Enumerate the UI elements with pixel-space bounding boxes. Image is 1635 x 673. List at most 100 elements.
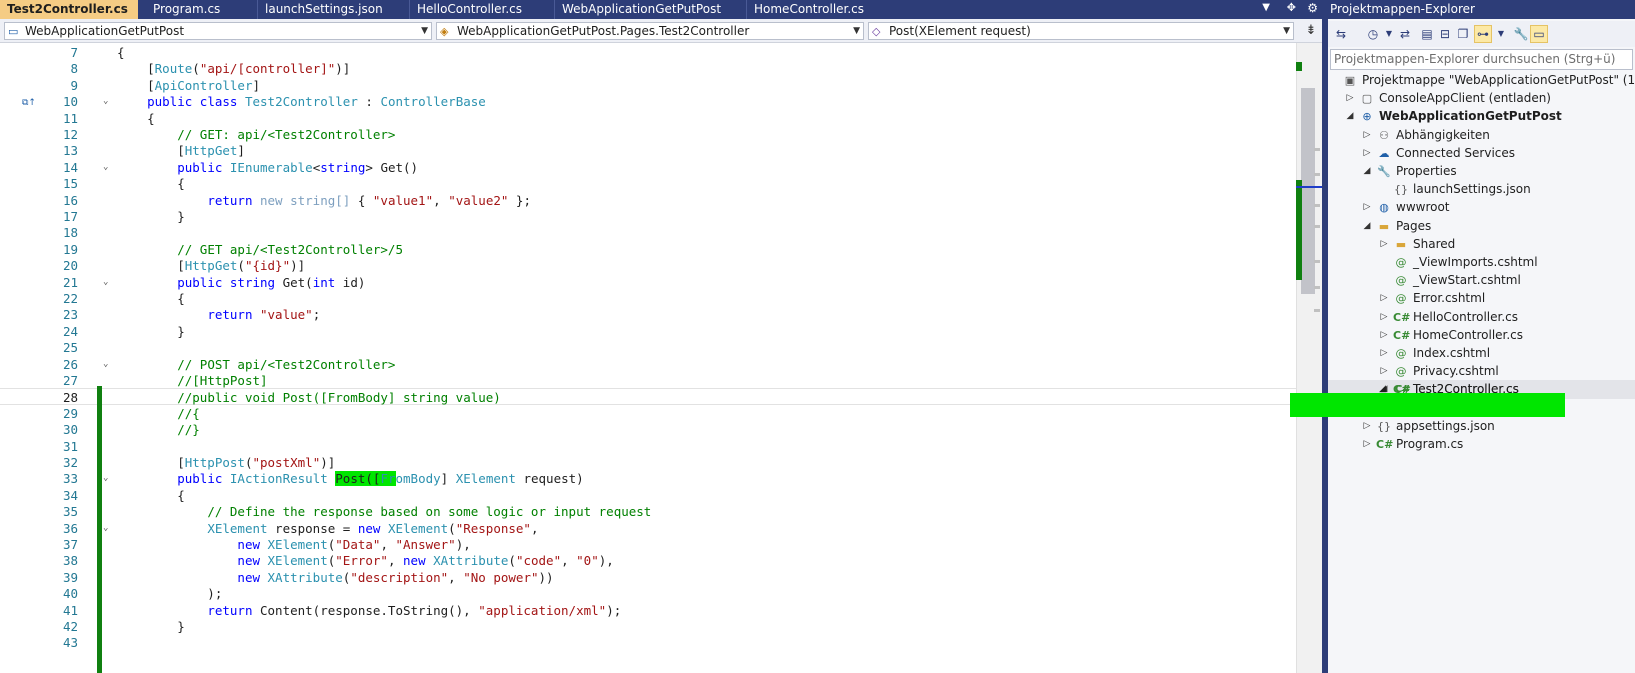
- code-line[interactable]: 41 return Content(response.ToString(), "…: [0, 602, 1296, 619]
- tree-item[interactable]: ▷ C# HomeController.cs: [1328, 326, 1635, 345]
- code-line[interactable]: 35 // Define the response based on some …: [0, 503, 1296, 520]
- expand-arrow-icon[interactable]: ▷: [1362, 435, 1372, 454]
- code-line[interactable]: 22 {: [0, 290, 1296, 307]
- code-line[interactable]: 19 // GET api/<Test2Controller>/5: [0, 241, 1296, 258]
- code-line[interactable]: 25: [0, 339, 1296, 356]
- code-line[interactable]: 17 }: [0, 208, 1296, 225]
- tree-item[interactable]: ▷ {} appsettings.json: [1328, 417, 1635, 436]
- tree-item[interactable]: ▷ ▬ Shared: [1328, 235, 1635, 254]
- code-line[interactable]: 36 ⌄ XElement response = new XElement("Re…: [0, 520, 1296, 537]
- tab-launchsettings[interactable]: launchSettings.json: [258, 0, 410, 19]
- code-line[interactable]: 43: [0, 634, 1296, 651]
- tab-webapplication[interactable]: WebApplicationGetPutPost: [555, 0, 747, 19]
- wrench-icon[interactable]: 🔧: [1512, 25, 1530, 43]
- code-line[interactable]: 7{: [0, 44, 1296, 61]
- type-dropdown[interactable]: ◈ WebApplicationGetPutPost.Pages.Test2Co…: [436, 22, 864, 40]
- fold-chevron-icon[interactable]: ⌄: [103, 93, 108, 110]
- code-line[interactable]: 26 ⌄ // POST api/<Test2Controller>: [0, 356, 1296, 373]
- code-line[interactable]: 38 new XElement("Error", new XAttribute(…: [0, 552, 1296, 569]
- code-line[interactable]: 14 ⌄ public IEnumerable<string> Get(): [0, 159, 1296, 176]
- expand-arrow-icon[interactable]: ▷: [1362, 417, 1372, 436]
- fold-chevron-icon[interactable]: ⌄: [103, 520, 108, 537]
- code-line[interactable]: 34 {: [0, 487, 1296, 504]
- member-dropdown[interactable]: ◇ Post(XElement request) ▼: [868, 22, 1294, 40]
- code-line[interactable]: 24 }: [0, 323, 1296, 340]
- fold-chevron-icon[interactable]: ⌄: [103, 159, 108, 176]
- tree-item[interactable]: ▷ ◍ wwwroot: [1328, 198, 1635, 217]
- collapse-arrow-icon[interactable]: ◢: [1345, 107, 1355, 126]
- tree-item[interactable]: ▷ ▢ ConsoleAppClient (entladen): [1328, 89, 1635, 108]
- fold-chevron-icon[interactable]: ⌄: [103, 274, 108, 291]
- split-editor-icon[interactable]: ⇟: [1302, 22, 1320, 40]
- show-all-files-icon[interactable]: ❐: [1454, 25, 1472, 43]
- tab-overflow-icon[interactable]: ▼: [1262, 2, 1270, 13]
- code-line[interactable]: 28 //public void Post([FromBody] string …: [0, 388, 1296, 406]
- code-line[interactable]: 29 //{: [0, 405, 1296, 422]
- tree-item[interactable]: ▷ @ Error.cshtml: [1328, 289, 1635, 308]
- expand-arrow-icon[interactable]: ▷: [1379, 308, 1389, 327]
- code-line[interactable]: 10 ⌄ public class Test2Controller : Contr…: [0, 93, 1296, 110]
- code-line[interactable]: 33 ⌄ public IActionResult Post([FromBody]…: [0, 470, 1296, 487]
- code-line[interactable]: 27 //[HttpPost]: [0, 372, 1296, 389]
- pending-changes-icon[interactable]: ▤: [1418, 25, 1436, 43]
- code-line[interactable]: 39 new XAttribute("description", "No pow…: [0, 569, 1296, 586]
- filter-icon[interactable]: ⊶: [1474, 25, 1492, 43]
- expand-arrow-icon[interactable]: ▷: [1379, 235, 1389, 254]
- code-line[interactable]: 31: [0, 438, 1296, 455]
- code-line[interactable]: 40 );: [0, 585, 1296, 602]
- solution-explorer-search-input[interactable]: Projektmappen-Explorer durchsuchen (Strg…: [1330, 49, 1633, 70]
- code-line[interactable]: 12 // GET: api/<Test2Controller>: [0, 126, 1296, 143]
- tab-hellocontroller[interactable]: HelloController.cs: [410, 0, 555, 19]
- code-line[interactable]: 13 [HttpGet]: [0, 142, 1296, 159]
- tab-homecontroller[interactable]: HomeController.cs: [747, 0, 897, 19]
- tree-item[interactable]: ▷ @ Index.cshtml: [1328, 344, 1635, 363]
- code-line[interactable]: 37 new XElement("Data", "Answer"),: [0, 536, 1296, 553]
- chevron-down-icon[interactable]: ▼: [1492, 25, 1510, 43]
- code-line[interactable]: 15 {: [0, 175, 1296, 192]
- settings-icon[interactable]: ✥: [1287, 1, 1296, 14]
- code-line[interactable]: 30 //}: [0, 421, 1296, 438]
- collapse-arrow-icon[interactable]: ◢: [1362, 162, 1372, 181]
- project-dropdown[interactable]: ▭ WebApplicationGetPutPost ▼: [4, 22, 432, 40]
- tree-item[interactable]: ◢ ⊕ WebApplicationGetPutPost: [1328, 107, 1635, 126]
- collapse-all-icon[interactable]: ⊟: [1436, 25, 1454, 43]
- sync-icon[interactable]: ⇄: [1396, 25, 1414, 43]
- switch-views-icon[interactable]: ⇆: [1332, 25, 1350, 43]
- code-area[interactable]: 7{8 [Route("api/[controller]")] 9 [ApiCon…: [0, 43, 1296, 673]
- preview-selected-icon[interactable]: ▭: [1530, 25, 1548, 43]
- expand-arrow-icon[interactable]: ▷: [1379, 344, 1389, 363]
- code-line[interactable]: 9 [ApiController]: [0, 77, 1296, 94]
- tree-item[interactable]: ▷ @ Privacy.cshtml: [1328, 362, 1635, 381]
- fold-chevron-icon[interactable]: ⌄: [103, 470, 108, 487]
- expand-arrow-icon[interactable]: ▷: [1362, 144, 1372, 163]
- scrollbar-thumb[interactable]: [1301, 88, 1315, 294]
- tree-item[interactable]: ▣ Projektmappe "WebApplicationGetPutPost"…: [1328, 71, 1635, 90]
- code-line[interactable]: 18: [0, 224, 1296, 241]
- expand-arrow-icon[interactable]: ▷: [1362, 126, 1372, 145]
- expand-arrow-icon[interactable]: ▷: [1379, 289, 1389, 308]
- tree-item[interactable]: ▷ C# Program.cs: [1328, 435, 1635, 454]
- code-line[interactable]: 21 ⌄ public string Get(int id): [0, 274, 1296, 291]
- tree-item[interactable]: ▷ ☁ Connected Services: [1328, 144, 1635, 163]
- gear-icon[interactable]: ⚙: [1307, 1, 1318, 15]
- tree-item[interactable]: ◢ ▬ Pages: [1328, 217, 1635, 236]
- expand-arrow-icon[interactable]: ▷: [1379, 326, 1389, 345]
- codelens-implements-icon[interactable]: ⧉↑: [22, 98, 36, 108]
- tab-test2controller[interactable]: Test2Controller.cs ⊸ ✕: [0, 0, 138, 19]
- code-line[interactable]: 8 [Route("api/[controller]")]: [0, 60, 1296, 77]
- expand-arrow-icon[interactable]: ▷: [1379, 362, 1389, 381]
- code-line[interactable]: 16 return new string[] { "value1", "valu…: [0, 192, 1296, 209]
- tree-item[interactable]: ▷ C# HelloController.cs: [1328, 308, 1635, 327]
- code-line[interactable]: 32 [HttpPost("postXml")]: [0, 454, 1296, 471]
- tree-item[interactable]: @ _ViewImports.cshtml: [1328, 253, 1635, 272]
- tree-item[interactable]: {} launchSettings.json: [1328, 180, 1635, 199]
- code-line[interactable]: 20 [HttpGet("{id}")]: [0, 257, 1296, 274]
- tab-program[interactable]: Program.cs: [146, 0, 258, 19]
- fold-chevron-icon[interactable]: ⌄: [103, 356, 108, 373]
- collapse-arrow-icon[interactable]: ◢: [1379, 380, 1386, 399]
- expand-arrow-icon[interactable]: ▷: [1362, 198, 1372, 217]
- expand-arrow-icon[interactable]: ▷: [1345, 89, 1355, 108]
- code-line[interactable]: 42 }: [0, 618, 1296, 635]
- tree-item[interactable]: ◢ 🔧 Properties: [1328, 162, 1635, 181]
- tree-item[interactable]: ▷ ⚇ Abhängigkeiten: [1328, 126, 1635, 145]
